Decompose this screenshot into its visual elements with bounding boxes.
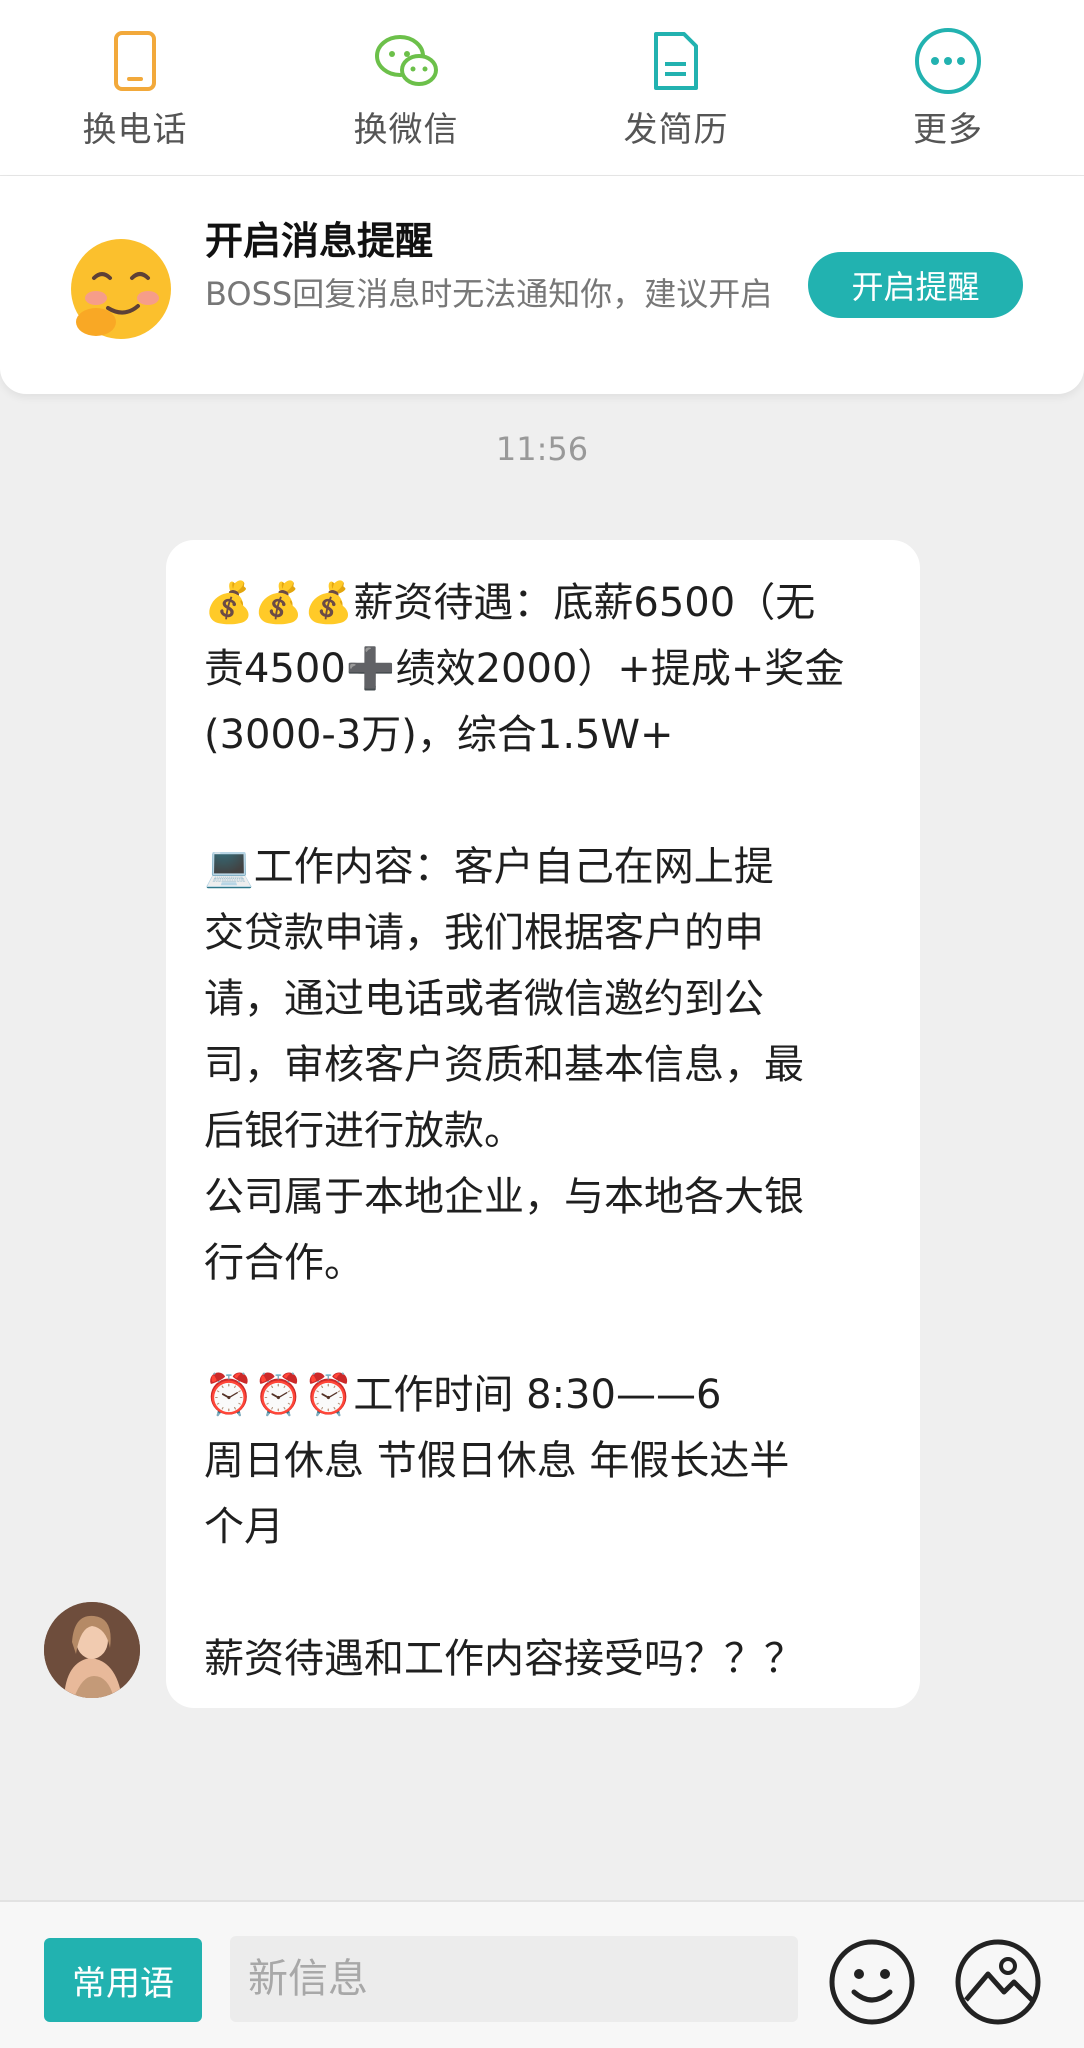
- message-line: 公司属于本地企业，与本地各大银: [204, 1174, 804, 1220]
- message-line: 💰💰💰薪资待遇：底薪6500（无: [204, 580, 816, 626]
- phone-icon: [100, 28, 170, 94]
- more-label: 更多: [913, 110, 983, 150]
- exchange-wechat-label: 换微信: [353, 110, 459, 150]
- message-line: 后银行进行放款。: [204, 1108, 524, 1154]
- send-resume-button[interactable]: 发简历: [576, 28, 776, 158]
- notification-reminder-card: 开启消息提醒 BOSS回复消息时无法通知你，建议开启 开启提醒: [0, 176, 1084, 394]
- message-line: 行合作。: [204, 1240, 364, 1286]
- reminder-title: 开启消息提醒: [205, 219, 434, 263]
- reminder-description: BOSS回复消息时无法通知你，建议开启: [205, 275, 773, 313]
- quick-action-bar: 换电话 换微信 发简历 更多: [0, 0, 1084, 177]
- more-icon: [913, 28, 983, 94]
- exchange-phone-label: 换电话: [82, 110, 188, 150]
- message-line: 司，审核客户资质和基本信息，最: [204, 1042, 804, 1088]
- message-input[interactable]: [230, 1936, 798, 2022]
- image-icon[interactable]: [952, 1936, 1044, 2028]
- message-line: 个月: [204, 1504, 284, 1550]
- send-resume-label: 发简历: [623, 110, 729, 150]
- enable-reminder-button[interactable]: 开启提醒: [808, 252, 1023, 318]
- common-phrases-button[interactable]: 常用语: [44, 1938, 202, 2022]
- message-line: 💻工作内容：客户自己在网上提: [204, 844, 774, 890]
- wechat-icon: [371, 28, 441, 94]
- more-button[interactable]: 更多: [848, 28, 1048, 158]
- message-line: 交贷款申请，我们根据客户的申: [204, 910, 764, 956]
- resume-icon: [641, 28, 711, 94]
- message-line: 请，通过电话或者微信邀约到公: [204, 976, 764, 1022]
- message-line: 责4500➕绩效2000）+提成+奖金: [204, 646, 845, 692]
- message-timestamp: 11:56: [495, 430, 589, 468]
- message-line: 薪资待遇和工作内容接受吗？？？: [204, 1636, 804, 1682]
- message-input-bar: 常用语: [0, 1900, 1084, 2048]
- message-line: ⏰⏰⏰工作时间 8:30——6: [204, 1372, 722, 1418]
- message-line: (3000-3万)，综合1.5W+: [204, 712, 674, 758]
- exchange-phone-button[interactable]: 换电话: [35, 28, 235, 158]
- message-line: 周日休息 节假日休息 年假长达半: [204, 1438, 790, 1484]
- blushing-smile-icon: [68, 236, 174, 342]
- message-bubble[interactable]: 💰💰💰薪资待遇：底薪6500（无 责4500➕绩效2000）+提成+奖金 (30…: [166, 540, 920, 1708]
- avatar[interactable]: [44, 1602, 140, 1698]
- exchange-wechat-button[interactable]: 换微信: [306, 28, 506, 158]
- emoji-icon[interactable]: [826, 1936, 918, 2028]
